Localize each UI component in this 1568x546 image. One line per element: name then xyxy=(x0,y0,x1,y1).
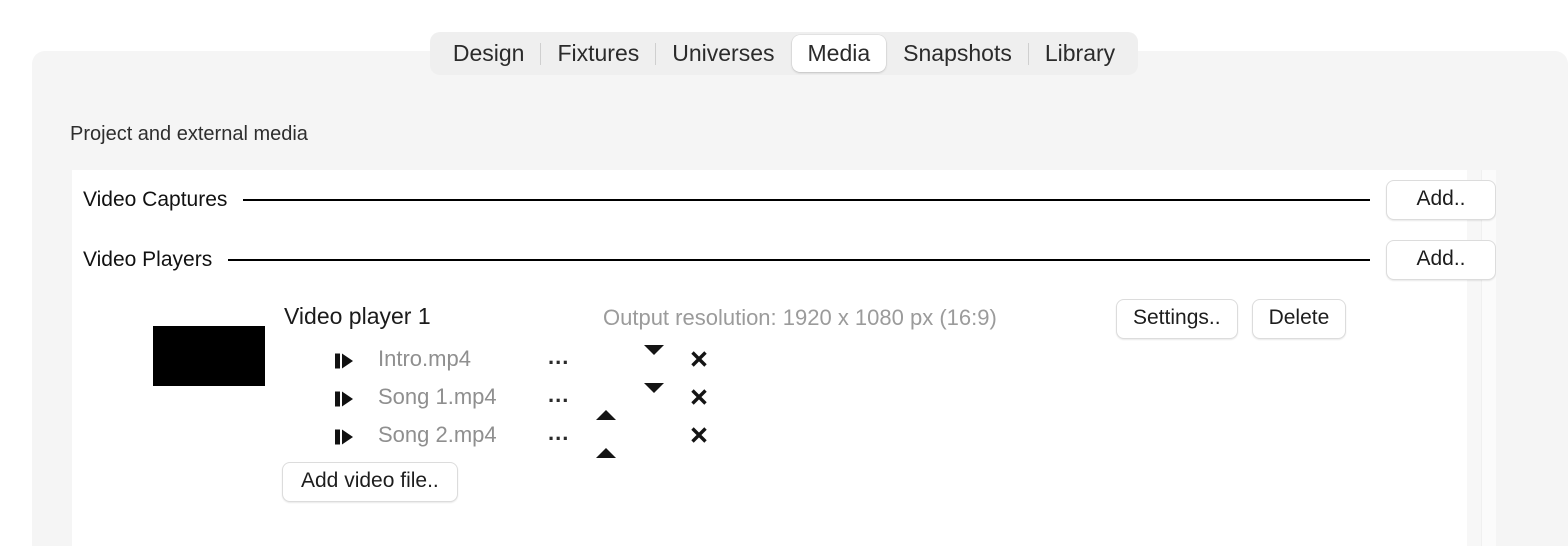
move-down-icon[interactable] xyxy=(644,383,664,411)
move-up-icon[interactable] xyxy=(596,393,616,420)
remove-file-icon[interactable] xyxy=(690,350,708,368)
video-file-row: Song 2.mp4... xyxy=(72,418,1496,458)
step-forward-icon[interactable] xyxy=(334,428,354,446)
section-label: Video Captures xyxy=(83,188,228,211)
add-video-capture-button[interactable]: Add.. xyxy=(1386,180,1496,220)
tab-design[interactable]: Design xyxy=(437,35,541,72)
tab-library[interactable]: Library xyxy=(1029,35,1131,72)
remove-file-icon[interactable] xyxy=(690,388,708,406)
move-down-icon[interactable] xyxy=(644,345,664,373)
video-file-row: Intro.mp4... xyxy=(72,342,1496,380)
video-file-row: Song 1.mp4... xyxy=(72,380,1496,420)
video-player-actions: Settings.. Delete xyxy=(1116,299,1347,339)
add-video-file-button[interactable]: Add video file.. xyxy=(282,462,458,502)
tab-universes[interactable]: Universes xyxy=(656,35,790,72)
add-video-player-button[interactable]: Add.. xyxy=(1386,240,1496,280)
video-file-name: Song 1.mp4 xyxy=(378,384,497,409)
tab-list: Design Fixtures Universes Media Snapshots Lib… xyxy=(429,32,1139,75)
video-player-title: Video player 1 xyxy=(284,303,431,329)
section-label: Video Players xyxy=(83,248,213,271)
add-video-file-container: Add video file.. xyxy=(282,462,458,502)
move-up-icon[interactable] xyxy=(596,431,616,458)
section-video-captures: Video Captures Add.. xyxy=(72,180,1496,220)
step-forward-icon[interactable] xyxy=(334,390,354,408)
media-panel: Project and external media Video Capture… xyxy=(32,51,1568,546)
tab-fixtures[interactable]: Fixtures xyxy=(541,35,655,72)
video-file-name: Song 2.mp4 xyxy=(378,422,497,447)
file-options-menu-button[interactable]: ... xyxy=(548,384,569,406)
file-options-menu-button[interactable]: ... xyxy=(548,422,569,444)
settings-button[interactable]: Settings.. xyxy=(1116,299,1238,339)
video-file-list: Intro.mp4... Song 1.mp4... Song 2.mp4... xyxy=(72,342,1496,458)
output-resolution-label: Output resolution: 1920 x 1080 px (16:9) xyxy=(603,305,997,330)
delete-button[interactable]: Delete xyxy=(1251,299,1347,339)
section-divider xyxy=(228,259,1370,261)
section-video-players: Video Players Add.. xyxy=(72,240,1496,280)
media-content-panel: Video Captures Add.. Video Players Add..… xyxy=(72,170,1496,546)
tab-media[interactable]: Media xyxy=(791,35,887,72)
tab-snapshots[interactable]: Snapshots xyxy=(887,35,1028,72)
step-forward-icon[interactable] xyxy=(334,352,354,370)
file-options-menu-button[interactable]: ... xyxy=(548,346,569,368)
section-divider xyxy=(243,199,1370,201)
remove-file-icon[interactable] xyxy=(690,426,708,444)
video-file-name: Intro.mp4 xyxy=(378,346,471,371)
tab-bar: Design Fixtures Universes Media Snapshots Lib… xyxy=(0,32,1568,75)
page-title: Project and external media xyxy=(70,123,308,145)
